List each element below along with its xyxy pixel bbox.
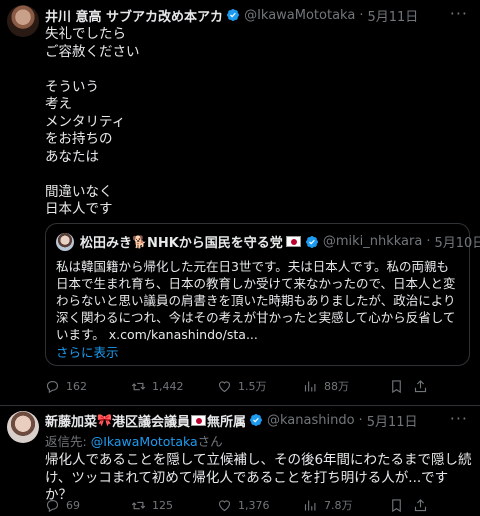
reply-handle-link[interactable]: @IkawaMototaka [91, 434, 198, 449]
display-name[interactable]: 井川 意高 サブアカ改め本アカ [45, 6, 223, 25]
separator-dot: · [359, 7, 364, 23]
replying-to: 返信先: @IkawaMototakaさん [45, 431, 223, 450]
show-more-link[interactable]: さらに表示 [56, 342, 119, 361]
bookmark-button[interactable] [389, 498, 413, 513]
quote-header: 松田みき 🐕 NHKから国民を守る党 @miki_nhkkara · 5月10日 [56, 232, 480, 251]
like-icon [218, 380, 231, 392]
views-icon [304, 381, 316, 391]
separator-dot: · [358, 412, 363, 428]
quote-timestamp: 5月10日 [434, 236, 480, 251]
verified-badge-icon [305, 235, 318, 248]
like-button[interactable]: 1.5万 [217, 378, 303, 394]
share-button[interactable] [413, 379, 437, 394]
verified-badge-icon [250, 414, 262, 426]
repost-icon [131, 501, 146, 509]
japan-flag-icon [285, 236, 301, 247]
bookmark-icon [392, 498, 401, 512]
quote-display-name: 松田みき [80, 236, 133, 251]
tweet-text: 失礼でしたら ご容赦ください そういう 考え メンタリティ をお持ちの あなたは… [45, 26, 140, 217]
views-count: 7.8万 [324, 499, 353, 512]
quote-display-name-party: NHKから国民を守る党 [146, 236, 283, 251]
reply-count: 69 [66, 498, 80, 512]
quote-text: 私は韓国籍から帰化した元在日3世です。夫は日本人です。私の両親も日本で生まれ育ち… [56, 259, 456, 342]
share-button[interactable] [413, 498, 437, 513]
bow-emoji-icon: 🎀 [97, 413, 112, 427]
timestamp[interactable]: 5月11日 [367, 6, 418, 25]
reply-icon [46, 380, 59, 393]
like-count: 1,376 [238, 498, 270, 512]
display-name-affiliation[interactable]: 無所属 [207, 411, 246, 430]
repost-icon [131, 382, 146, 390]
display-name-title[interactable]: 港区議会議員 [112, 411, 190, 430]
views-button[interactable]: 7.8万 [303, 497, 389, 513]
tweet-header: 井川 意高 サブアカ改め本アカ @IkawaMototaka · 5月11日 [45, 5, 418, 25]
tweet-header: 新藤加菜 🎀 港区議会議員 無所属 @kanashindo · 5月11日 [45, 410, 418, 430]
separator-dot: · [426, 234, 431, 249]
more-icon[interactable]: ··· [450, 4, 468, 23]
repost-count: 1,442 [152, 379, 184, 393]
views-icon [304, 500, 316, 510]
tweet-ikawa[interactable]: 井川 意高 サブアカ改め本アカ @IkawaMototaka · 5月11日 ·… [0, 0, 480, 405]
bookmark-icon [392, 379, 401, 393]
share-icon [414, 498, 427, 511]
views-count: 88万 [324, 380, 349, 393]
repost-button[interactable]: 125 [131, 498, 217, 513]
quote-handle: @miki_nhkkara [322, 234, 423, 249]
reply-count: 162 [66, 379, 87, 393]
quote-avatar [56, 232, 74, 251]
avatar[interactable] [7, 411, 39, 443]
like-button[interactable]: 1,376 [217, 498, 303, 513]
action-bar: 162 1,442 1.5万 88万 [45, 377, 470, 395]
handle[interactable]: @kanashindo [267, 413, 355, 428]
handle[interactable]: @IkawaMototaka [244, 8, 355, 23]
share-icon [414, 379, 427, 392]
japan-flag-icon [190, 414, 206, 426]
reply-suffix: さん [197, 434, 223, 449]
timestamp[interactable]: 5月11日 [367, 411, 418, 430]
like-count: 1.5万 [238, 380, 267, 393]
action-bar: 69 125 1,376 7.8万 [45, 496, 470, 514]
more-icon[interactable]: ··· [450, 409, 468, 428]
avatar[interactable] [7, 5, 39, 37]
repost-count: 125 [152, 498, 173, 512]
display-name[interactable]: 新藤加菜 [45, 411, 97, 430]
reply-icon [46, 499, 59, 512]
like-icon [218, 499, 231, 511]
quote-tweet[interactable]: 松田みき 🐕 NHKから国民を守る党 @miki_nhkkara · 5月10日… [45, 223, 480, 366]
reply-button[interactable]: 162 [45, 379, 131, 394]
dog-emoji-icon: 🐕 [132, 234, 147, 249]
views-button[interactable]: 88万 [303, 378, 389, 394]
repost-button[interactable]: 1,442 [131, 379, 217, 394]
verified-badge-icon [227, 9, 240, 21]
bookmark-button[interactable] [389, 379, 413, 394]
reply-prefix: 返信先: [45, 434, 91, 449]
reply-button[interactable]: 69 [45, 498, 131, 513]
